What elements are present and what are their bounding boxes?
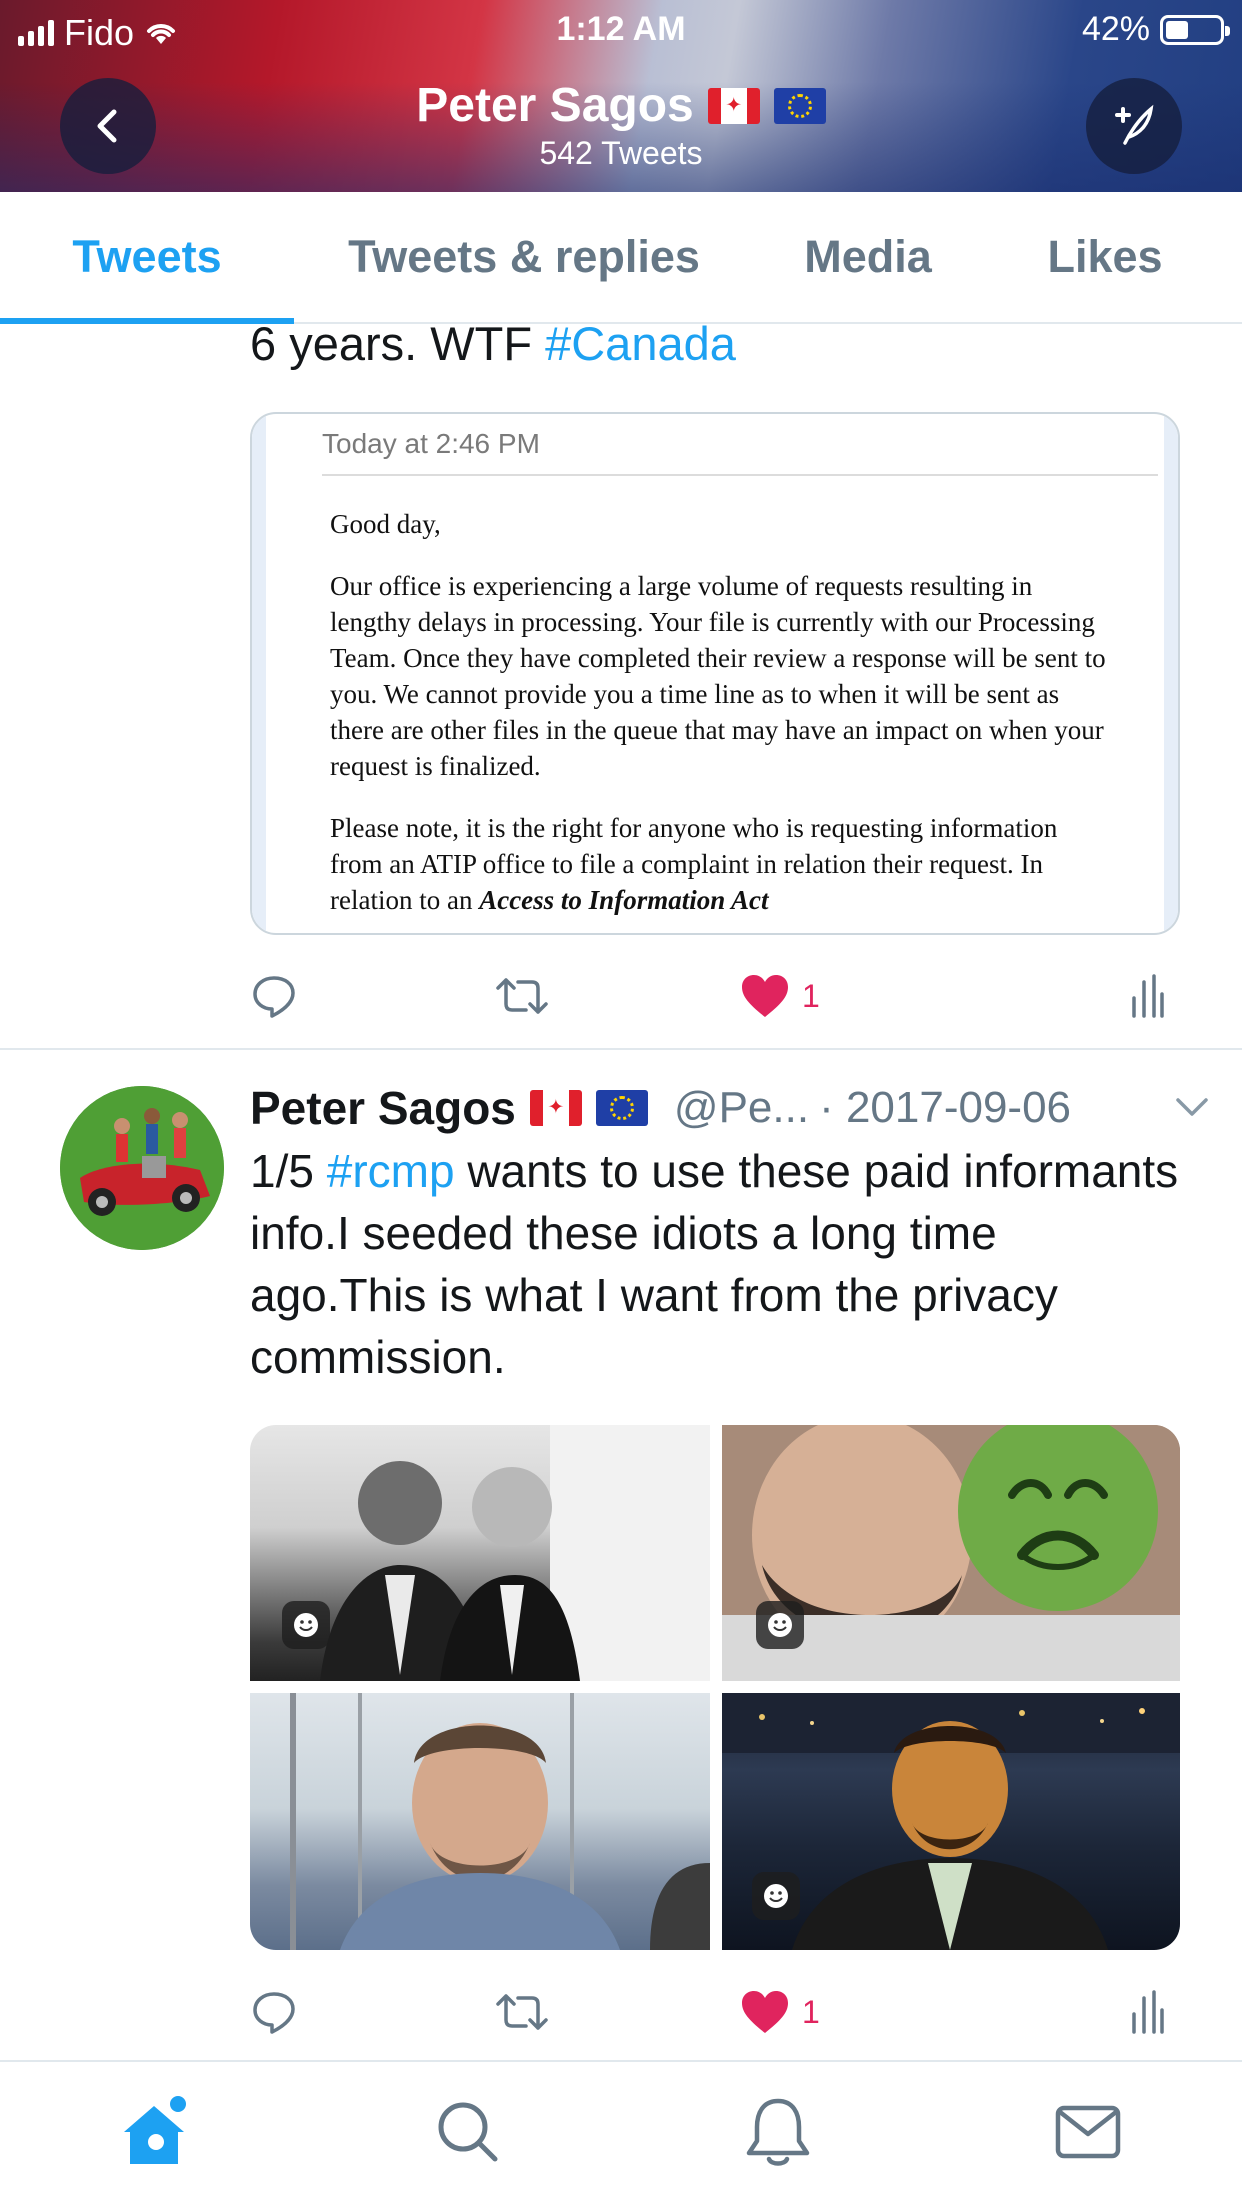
tweet-photo[interactable] (250, 1693, 710, 1950)
analytics-icon (1132, 1990, 1164, 2034)
reply-button[interactable] (250, 1982, 298, 2042)
tweet-media-grid (250, 1425, 1180, 1950)
author-name: Peter Sagos (250, 1082, 516, 1134)
notifications-icon (746, 2098, 810, 2166)
tweet-header: Peter Sagos ✦ @Pe... · 2017-09-06 (250, 1078, 1210, 1138)
battery-icon (1160, 14, 1230, 45)
tweet-photo[interactable] (722, 1425, 1180, 1681)
messages-icon (1055, 2105, 1121, 2159)
like-count: 1 (802, 1993, 820, 2030)
reply-button[interactable] (250, 966, 298, 1026)
analytics-button[interactable] (1130, 1982, 1166, 2042)
canada-flag-icon: ✦ (529, 1090, 582, 1126)
search-icon (438, 2102, 498, 2162)
tweet-text: 1/5 #rcmp wants to use these paid inform… (250, 1140, 1180, 1388)
tweet-divider (0, 1048, 1242, 1050)
like-button[interactable]: 1 (740, 966, 820, 1026)
reply-icon (253, 1992, 295, 2034)
profile-header: Fido 1:12 AM 42% Peter Sagos ✦ 542 Tweet… (0, 0, 1242, 192)
tweet-date: · 2017-09-06 (819, 1083, 1072, 1132)
tab-media[interactable]: Media (770, 192, 966, 322)
retweet-button[interactable] (494, 1982, 550, 2042)
home-icon (124, 2096, 186, 2164)
status-bar: Fido 1:12 AM 42% (0, 0, 1242, 62)
analytics-button[interactable] (1130, 966, 1166, 1026)
profile-title: Peter Sagos ✦ 542 Tweets (0, 78, 1242, 172)
battery-info: 42% (1081, 10, 1230, 49)
eu-flag-icon (773, 87, 826, 124)
battery-percent: 42% (1081, 10, 1150, 48)
tab-label: Tweets (72, 231, 222, 282)
email-date: Today at 2:46 PM (322, 414, 1158, 476)
heart-icon (742, 975, 788, 1017)
profile-name-row: Peter Sagos ✦ (416, 78, 826, 133)
photo-content (290, 1693, 710, 1950)
tweet-image-card[interactable]: Today at 2:46 PM Good day, Our office is… (250, 412, 1180, 935)
heart-icon (742, 1991, 788, 2033)
tweet-author[interactable]: Peter Sagos ✦ (250, 1081, 648, 1135)
compose-tweet-button[interactable] (1086, 78, 1182, 174)
messages-tab[interactable] (1048, 2092, 1128, 2172)
face-tag-icon[interactable] (756, 1601, 804, 1649)
tweet-text-body: 6 years. WTF (250, 317, 546, 370)
email-greeting: Good day, (330, 509, 441, 539)
search-tab[interactable] (428, 2092, 508, 2172)
hashtag-link[interactable]: #Canada (545, 317, 736, 370)
reply-icon (253, 976, 295, 1018)
retweet-button[interactable] (494, 966, 550, 1026)
compose-tweet-icon (1115, 104, 1154, 145)
tweet-count: 542 Tweets (539, 135, 703, 171)
chevron-down-icon[interactable] (1174, 1092, 1210, 1122)
email-act-name: Access to Information Act (479, 885, 769, 915)
canada-flag-icon: ✦ (707, 87, 760, 124)
tab-likes[interactable]: Likes (1030, 192, 1180, 322)
tweet-actions: 1 (250, 966, 1180, 1026)
notifications-tab[interactable] (738, 2092, 818, 2172)
tweet-photo[interactable] (722, 1693, 1180, 1950)
tab-tweets-and-replies[interactable]: Tweets & replies (316, 192, 732, 322)
tweet-actions: 1 (250, 1982, 1180, 2042)
tweet-photo[interactable] (250, 1425, 710, 1681)
retweet-icon (496, 1994, 548, 2030)
eu-flag-icon (595, 1090, 648, 1126)
like-count: 1 (802, 977, 820, 1014)
tab-label: Likes (1047, 231, 1163, 282)
profile-tabs: Tweets Tweets & replies Media Likes (0, 192, 1242, 324)
bottom-tab-bar (0, 2060, 1242, 2208)
face-tag-icon[interactable] (282, 1601, 330, 1649)
tab-label: Media (804, 231, 932, 282)
tab-tweets[interactable]: Tweets (0, 192, 294, 322)
face-tag-icon[interactable] (752, 1872, 800, 1920)
tweet-text: 6 years. WTF #Canada (250, 316, 736, 371)
email-paragraph: Please note, it is the right for anyone … (330, 810, 1110, 918)
avatar-image (60, 1086, 224, 1250)
email-paragraph: Our office is experiencing a large volum… (330, 571, 1106, 781)
home-tab[interactable] (116, 2092, 196, 2172)
email-body: Good day, Our office is experiencing a l… (330, 506, 1110, 933)
hashtag-link[interactable]: #rcmp (327, 1145, 455, 1197)
retweet-icon (496, 978, 548, 1014)
tweet-text-prefix: 1/5 (250, 1145, 327, 1197)
author-handle: @Pe... (673, 1083, 810, 1132)
profile-name: Peter Sagos (416, 79, 694, 132)
tab-label: Tweets & replies (348, 231, 700, 282)
avatar[interactable] (60, 1086, 224, 1250)
like-button[interactable]: 1 (740, 1982, 820, 2042)
analytics-icon (1132, 974, 1164, 1018)
clock: 1:12 AM (556, 10, 686, 48)
